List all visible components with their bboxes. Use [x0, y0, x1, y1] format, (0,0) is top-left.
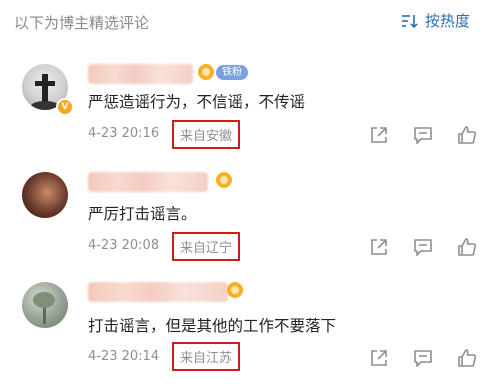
ip-location-label: 来自江苏 [172, 342, 241, 371]
thumbs-up-icon [458, 349, 477, 367]
thumbs-up-icon [458, 126, 477, 144]
comment-time: 4-23 20:08 [88, 238, 160, 253]
sort-label: 按热度 [424, 12, 470, 30]
reply-button[interactable] [412, 236, 434, 258]
comment-icon [414, 350, 432, 367]
ip-location-label: 来自安徽 [172, 120, 241, 149]
comment-text: 严惩造谣行为，不信谣，不传谣 [88, 93, 306, 111]
like-button[interactable] [456, 236, 478, 258]
comments-header: 以下为博主精选评论 按热度 [0, 0, 486, 44]
verified-badge-icon: V [56, 98, 74, 116]
share-button[interactable] [368, 124, 390, 146]
comment-time: 4-23 20:14 [88, 349, 160, 364]
avatar[interactable] [22, 282, 68, 328]
reply-button[interactable] [412, 124, 434, 146]
share-icon [371, 350, 387, 366]
fan-level-icon [198, 64, 214, 80]
comment-time: 4-23 20:16 [88, 126, 160, 141]
username-blurred[interactable] [88, 282, 228, 302]
comment-icon [414, 239, 432, 256]
share-button[interactable] [368, 236, 390, 258]
comment-text: 打击谣言，但是其他的工作不要落下 [88, 317, 337, 335]
ip-location-label: 来自辽宁 [172, 232, 241, 261]
share-button[interactable] [368, 347, 390, 369]
username-blurred[interactable] [88, 64, 193, 84]
like-button[interactable] [456, 347, 478, 369]
fan-level-icon [227, 282, 243, 298]
comment-icon [414, 127, 432, 144]
reply-button[interactable] [412, 347, 434, 369]
sort-icon [401, 14, 418, 28]
thumbs-up-icon [458, 238, 477, 256]
like-button[interactable] [456, 124, 478, 146]
sort-by-hot-button[interactable]: 按热度 [401, 10, 470, 31]
fan-level-icon [216, 172, 232, 188]
featured-comments-title: 以下为博主精选评论 [14, 14, 150, 32]
share-icon [371, 127, 387, 143]
username-blurred[interactable] [88, 172, 208, 192]
share-icon [371, 239, 387, 255]
avatar[interactable] [22, 172, 68, 218]
tree-icon [33, 292, 55, 324]
comment-text: 严厉打击谣言。 [88, 205, 197, 223]
fan-badge: 铁粉 [216, 65, 248, 80]
